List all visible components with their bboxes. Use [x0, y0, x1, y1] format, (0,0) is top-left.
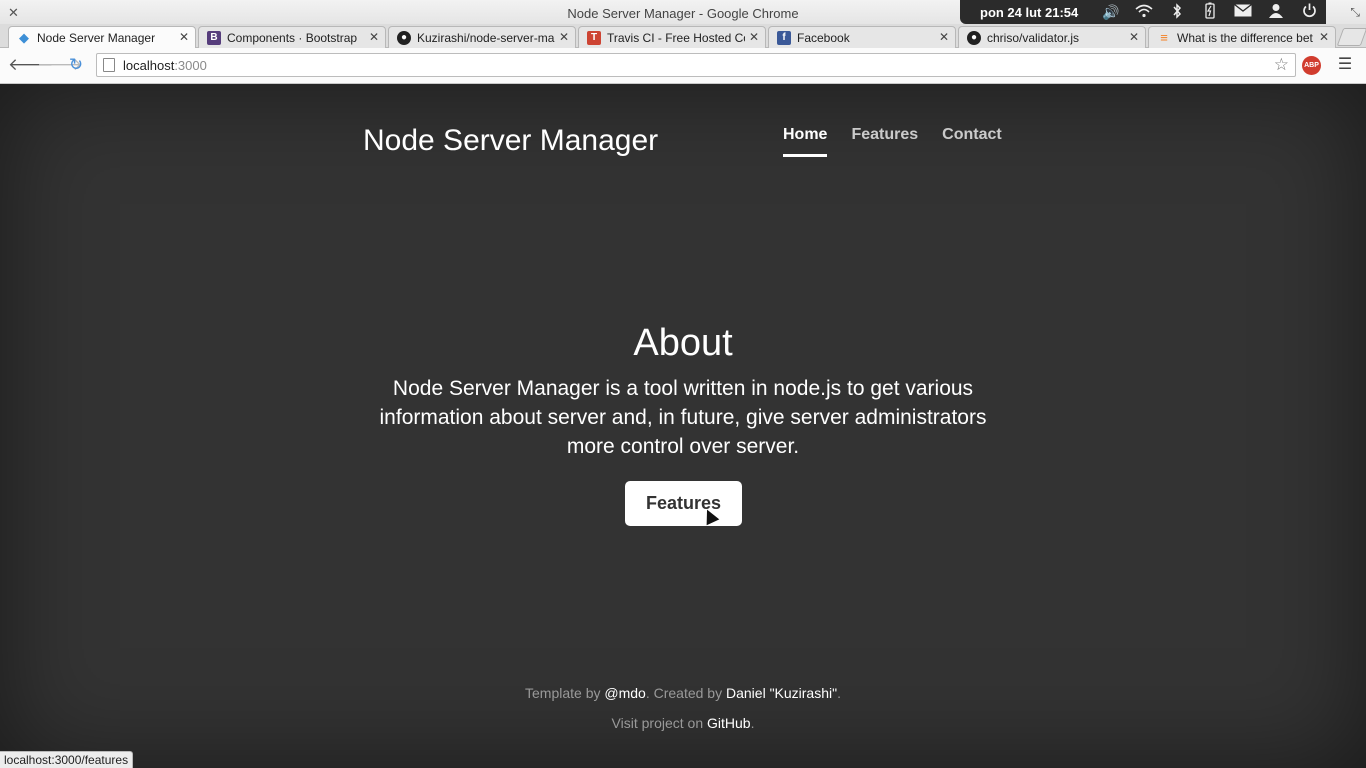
forward-arrow-icon[interactable]: 🡒 — [37, 55, 83, 75]
tab-close-icon[interactable]: ✕ — [559, 30, 569, 44]
address-bar[interactable]: localhost:3000 ☆ — [96, 53, 1296, 77]
bluetooth-icon[interactable] — [1160, 2, 1193, 22]
site-footer: Template by @mdo. Created by Daniel "Kuz… — [0, 678, 1366, 738]
reload-icon[interactable]: ↻ — [66, 55, 86, 75]
url-port: :3000 — [174, 57, 207, 73]
new-tab-button[interactable] — [1336, 28, 1366, 46]
github-favicon-icon: ● — [397, 30, 411, 45]
tab-validator-github[interactable]: ● chriso/validator.js ✕ — [958, 26, 1146, 48]
system-tray: pon 24 lut 21:54 🔊 — [960, 0, 1326, 24]
tab-travis-ci[interactable]: T Travis CI - Free Hosted Co ✕ — [578, 26, 766, 48]
tab-label: What is the difference bet — [1177, 30, 1313, 45]
battery-icon[interactable] — [1194, 2, 1227, 22]
window-restore-icon[interactable]: ⤡ — [1350, 5, 1360, 20]
travis-favicon-icon: T — [587, 30, 601, 45]
volume-icon[interactable]: 🔊 — [1094, 4, 1127, 21]
footer-template-prefix: Template by — [525, 685, 605, 701]
footer-visit: Visit project on GitHub. — [0, 708, 1366, 738]
tab-strip: ◆ Node Server Manager ✕ B Components · B… — [0, 24, 1366, 49]
browser-toolbar: 🡐 🡒 ↻ localhost:3000 ☆ ABP ☰ — [0, 48, 1366, 84]
tray-clock[interactable]: pon 24 lut 21:54 — [980, 5, 1078, 20]
tab-label: Components · Bootstrap — [227, 30, 358, 45]
chrome-menu-icon[interactable]: ☰ — [1336, 56, 1354, 74]
nav-features[interactable]: Features — [851, 126, 918, 157]
mail-icon[interactable] — [1227, 3, 1260, 20]
features-button[interactable]: Features — [625, 481, 742, 526]
bookmark-star-icon[interactable]: ☆ — [1274, 55, 1289, 75]
tab-label: chriso/validator.js — [987, 30, 1080, 45]
web-page: Node Server Manager Home Features Contac… — [0, 84, 1366, 768]
page-icon — [103, 58, 115, 72]
back-arrow-icon[interactable]: 🡐 — [8, 55, 54, 75]
mdo-link[interactable]: @mdo — [604, 685, 645, 701]
tab-label: Kuzirashi/node-server-ma — [417, 30, 555, 45]
about-heading: About — [633, 322, 733, 364]
tab-close-icon[interactable]: ✕ — [1319, 30, 1329, 44]
wifi-icon[interactable] — [1127, 4, 1160, 21]
tab-facebook[interactable]: f Facebook ✕ — [768, 26, 956, 48]
nav-home[interactable]: Home — [783, 126, 828, 157]
tab-close-icon[interactable]: ✕ — [1129, 30, 1139, 44]
node-favicon-icon: ◆ — [19, 30, 29, 45]
tab-stackoverflow[interactable]: ≡ What is the difference bet ✕ — [1148, 26, 1336, 48]
footer-visit-prefix: Visit project on — [611, 715, 707, 731]
tab-bootstrap[interactable]: B Components · Bootstrap ✕ — [198, 26, 386, 48]
github-favicon-icon: ● — [967, 30, 981, 45]
site-brand: Node Server Manager — [363, 124, 659, 157]
tab-close-icon[interactable]: ✕ — [179, 30, 189, 44]
tab-close-icon[interactable]: ✕ — [749, 30, 759, 44]
footer-credits: Template by @mdo. Created by Daniel "Kuz… — [0, 678, 1366, 708]
author-link[interactable]: Daniel "Kuzirashi" — [726, 685, 837, 701]
tab-close-icon[interactable]: ✕ — [939, 30, 949, 44]
adblock-plus-icon[interactable]: ABP — [1302, 56, 1321, 75]
status-bar-url: localhost:3000/features — [0, 751, 134, 768]
nav-contact[interactable]: Contact — [942, 126, 1002, 157]
facebook-favicon-icon: f — [777, 30, 791, 45]
footer-visit-suffix: . — [750, 715, 755, 731]
user-icon[interactable] — [1260, 3, 1293, 21]
site-nav: Home Features Contact — [783, 126, 1002, 157]
tab-label: Facebook — [797, 30, 850, 45]
about-text: Node Server Manager is a tool written in… — [379, 377, 987, 458]
url-host: localhost — [123, 57, 175, 73]
tab-node-server-manager[interactable]: ◆ Node Server Manager ✕ — [8, 26, 196, 49]
bootstrap-favicon-icon: B — [207, 30, 221, 45]
tab-kuzirashi-github[interactable]: ● Kuzirashi/node-server-ma ✕ — [388, 26, 576, 48]
footer-created-suffix: . — [837, 685, 841, 701]
footer-created-prefix: . Created by — [645, 685, 726, 701]
stackoverflow-favicon-icon: ≡ — [1160, 29, 1168, 45]
power-icon[interactable] — [1293, 3, 1326, 21]
github-link[interactable]: GitHub — [707, 715, 751, 731]
tab-label: Node Server Manager — [37, 31, 156, 45]
tab-label: Travis CI - Free Hosted Co — [607, 30, 745, 45]
tab-close-icon[interactable]: ✕ — [369, 30, 379, 44]
